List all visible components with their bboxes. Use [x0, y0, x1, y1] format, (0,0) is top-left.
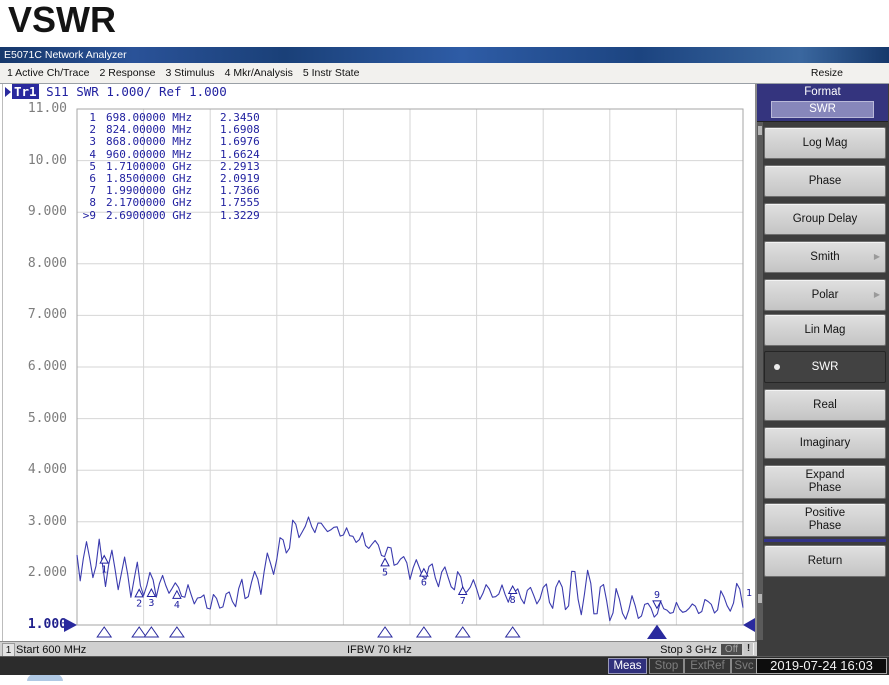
marker-stimulus-indicator-icon[interactable] — [417, 627, 431, 637]
status-indicator-meas: Meas — [608, 658, 647, 674]
ifbw-label: IFBW 70 kHz — [347, 643, 412, 657]
page-title: VSWR — [8, 0, 116, 41]
radio-dot-icon — [774, 364, 780, 370]
submenu-arrow-icon: ▶ — [874, 290, 880, 300]
page: VSWR E5071C Network Analyzer 1 Active Ch… — [0, 0, 889, 685]
softkey-scrollbar-down[interactable] — [758, 594, 762, 603]
softkey-phase[interactable]: Phase — [764, 165, 886, 197]
softkey-menu-header: Format SWR — [757, 84, 888, 122]
marker-glyph[interactable] — [147, 589, 155, 597]
datetime-display: 2019-07-24 16:03 — [756, 658, 887, 674]
marker-number: 4 — [174, 600, 180, 611]
softkey-log-mag[interactable]: Log Mag — [764, 127, 886, 159]
marker-stimulus-indicator-active-icon[interactable] — [648, 626, 666, 639]
off-indicator[interactable]: Off — [721, 644, 742, 655]
window-title-bar: E5071C Network Analyzer — [0, 47, 889, 63]
menu-item-resize[interactable]: Resize — [811, 63, 843, 83]
marker-stimulus-indicator-icon[interactable] — [132, 627, 146, 637]
softkey-menu-value: SWR — [771, 101, 874, 118]
menu-item-2[interactable]: 2 Response — [99, 63, 155, 83]
menu-item-1[interactable]: 1 Active Ch/Trace — [7, 63, 89, 83]
softkey-group-separator — [764, 539, 886, 542]
softkey-polar[interactable]: Polar▶ — [764, 279, 886, 311]
softkey-return[interactable]: Return — [764, 545, 886, 577]
ref-level-indicator-right-icon — [743, 618, 755, 632]
marker-number: 6 — [421, 578, 427, 589]
marker-number: 3 — [148, 598, 154, 609]
marker-number: 5 — [382, 567, 388, 578]
softkey-scrollbar-up[interactable] — [758, 126, 762, 135]
marker-number: 2 — [136, 598, 142, 609]
menu-item-5[interactable]: 5 Instr State — [303, 63, 360, 83]
marker-number: 9 — [654, 590, 660, 601]
softkey-scrollbar[interactable] — [757, 122, 763, 640]
softkey-positive-phase[interactable]: Positive Phase — [764, 503, 886, 537]
marker-number: 1 — [101, 565, 107, 576]
marker-stimulus-indicator-icon[interactable] — [378, 627, 392, 637]
marker-table: 1698.00000 MHz2.34502824.00000 MHz1.6908… — [80, 112, 260, 222]
marker-glyph[interactable] — [509, 586, 517, 594]
softkey-expand-phase[interactable]: Expand Phase — [764, 465, 886, 499]
stop-frequency-label: Stop 3 GHz — [640, 643, 717, 657]
softkey-sidebar: Format SWR Log Mag Phase Group Delay Smith▶… — [757, 84, 889, 656]
status-indicator-stop: Stop — [649, 658, 684, 674]
trace-number-label: 1 — [746, 588, 752, 599]
marker-table-row: 4960.00000 MHz1.6624 — [80, 149, 260, 161]
marker-table-row: 3868.00000 MHz1.6976 — [80, 136, 260, 148]
softkey-real[interactable]: Real — [764, 389, 886, 421]
softkey-lin-mag[interactable]: Lin Mag — [764, 314, 886, 346]
menu-items: 1 Active Ch/Trace2 Response3 Stimulus4 M… — [0, 67, 369, 79]
submenu-arrow-icon: ▶ — [874, 252, 880, 262]
status-indicator-svc: Svc — [731, 658, 757, 674]
marker-stimulus-indicator-icon[interactable] — [97, 627, 111, 637]
marker-number: 7 — [460, 596, 466, 607]
softkey-imaginary[interactable]: Imaginary — [764, 427, 886, 459]
softkey-group-delay[interactable]: Group Delay — [764, 203, 886, 235]
instrument-status-bar: MeasStopExtRefSvc 2019-07-24 16:03 — [0, 656, 889, 675]
alert-indicator: ! — [744, 643, 754, 655]
menu-bar: 1 Active Ch/Trace 2 Response 3 Stimulus 4 M… — [0, 63, 889, 84]
window-title: E5071C Network Analyzer — [0, 49, 127, 61]
marker-stimulus-indicator-icon[interactable] — [506, 627, 520, 637]
marker-glyph[interactable] — [381, 558, 389, 566]
channel-status-row: 1 Start 600 MHz IFBW 70 kHz Stop 3 GHz O… — [0, 641, 757, 657]
softkey-menu-title: Format — [757, 86, 888, 98]
softkey-smith[interactable]: Smith▶ — [764, 241, 886, 273]
marker-stimulus-indicator-icon[interactable] — [144, 627, 158, 637]
marker-table-row: >92.6900000 GHz1.3229 — [80, 210, 260, 222]
menu-item-3[interactable]: 3 Stimulus — [166, 63, 215, 83]
status-indicator-extref: ExtRef — [684, 658, 731, 674]
marker-table-row: 82.1700000 GHz1.7555 — [80, 197, 260, 209]
start-frequency-label: Start 600 MHz — [16, 643, 86, 657]
marker-stimulus-indicator-icon[interactable] — [170, 627, 184, 637]
menu-item-4[interactable]: 4 Mkr/Analysis — [225, 63, 293, 83]
marker-glyph[interactable] — [459, 587, 467, 595]
softkey-swr[interactable]: SWR — [764, 351, 886, 383]
marker-stimulus-indicator-icon[interactable] — [456, 627, 470, 637]
marker-number: 8 — [510, 595, 516, 606]
ref-level-indicator-left-icon[interactable] — [64, 618, 77, 632]
